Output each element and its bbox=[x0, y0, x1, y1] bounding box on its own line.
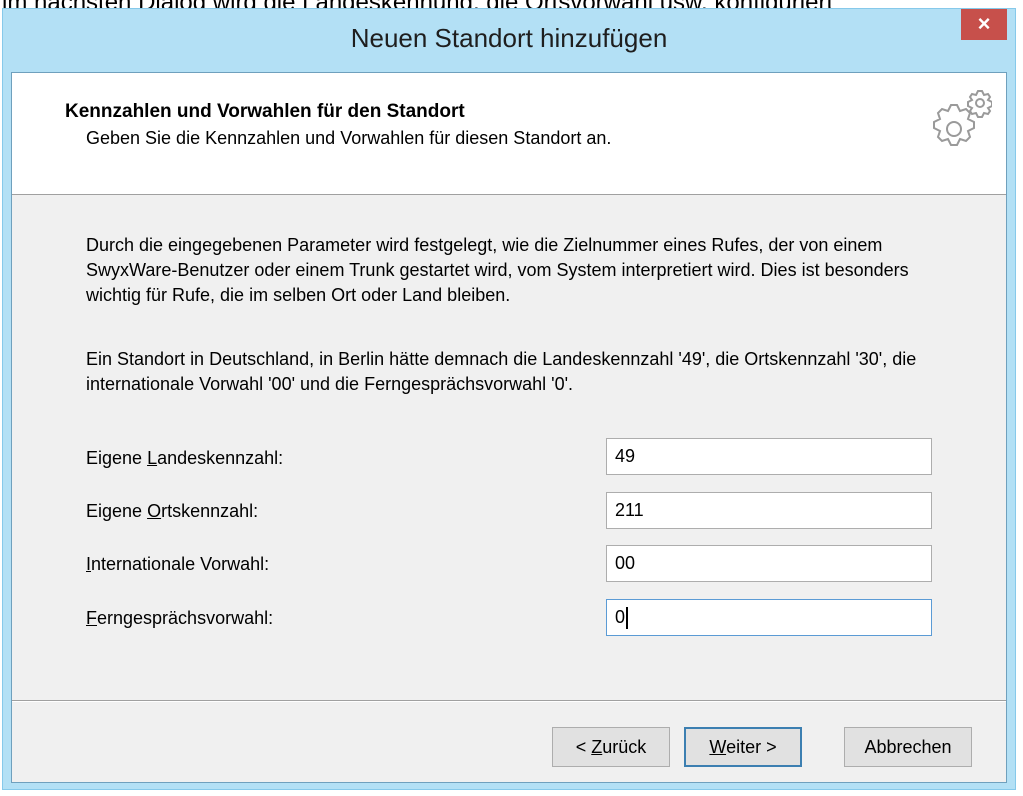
wizard-header: Kennzahlen und Vorwahlen für den Standor… bbox=[12, 73, 1006, 195]
header-subtitle: Geben Sie die Kennzahlen und Vorwahlen f… bbox=[86, 128, 612, 148]
cancel-button[interactable]: Abbrechen bbox=[844, 727, 972, 767]
area-code-label: Eigene Ortskennzahl: bbox=[86, 501, 259, 521]
footer-divider bbox=[12, 700, 1006, 702]
title-bar[interactable]: Neuen Standort hinzufügen × bbox=[3, 9, 1015, 69]
area-code-input[interactable]: 211 bbox=[606, 492, 932, 529]
long-distance-prefix-input[interactable]: 0 bbox=[606, 599, 932, 636]
country-code-label: Eigene Landeskennzahl: bbox=[86, 448, 284, 468]
header-title: Kennzahlen und Vorwahlen für den Standor… bbox=[65, 101, 465, 122]
window-title: Neuen Standort hinzufügen bbox=[350, 23, 668, 53]
international-prefix-label: Internationale Vorwahl: bbox=[86, 554, 270, 574]
gears-icon bbox=[933, 90, 992, 146]
example-paragraph: Ein Standort in Deutschland, in Berlin h… bbox=[86, 349, 917, 394]
long-distance-prefix-value: 0 bbox=[615, 607, 626, 627]
close-button[interactable]: × bbox=[961, 9, 1007, 40]
long-distance-prefix-label: Ferngesprächsvorwahl: bbox=[86, 608, 274, 628]
dialog-client-area: Kennzahlen und Vorwahlen für den Standor… bbox=[11, 72, 1007, 783]
text-caret bbox=[626, 607, 629, 630]
back-button[interactable]: < Zurück bbox=[552, 727, 670, 767]
dialog-window: Neuen Standort hinzufügen × Kennzahlen u… bbox=[2, 8, 1016, 790]
close-icon: × bbox=[977, 11, 991, 36]
country-code-input[interactable]: 49 bbox=[606, 438, 932, 475]
international-prefix-input[interactable]: 00 bbox=[606, 545, 932, 582]
description-paragraph: Durch die eingegebenen Parameter wird fe… bbox=[86, 235, 909, 305]
next-button[interactable]: Weiter > bbox=[684, 727, 802, 767]
